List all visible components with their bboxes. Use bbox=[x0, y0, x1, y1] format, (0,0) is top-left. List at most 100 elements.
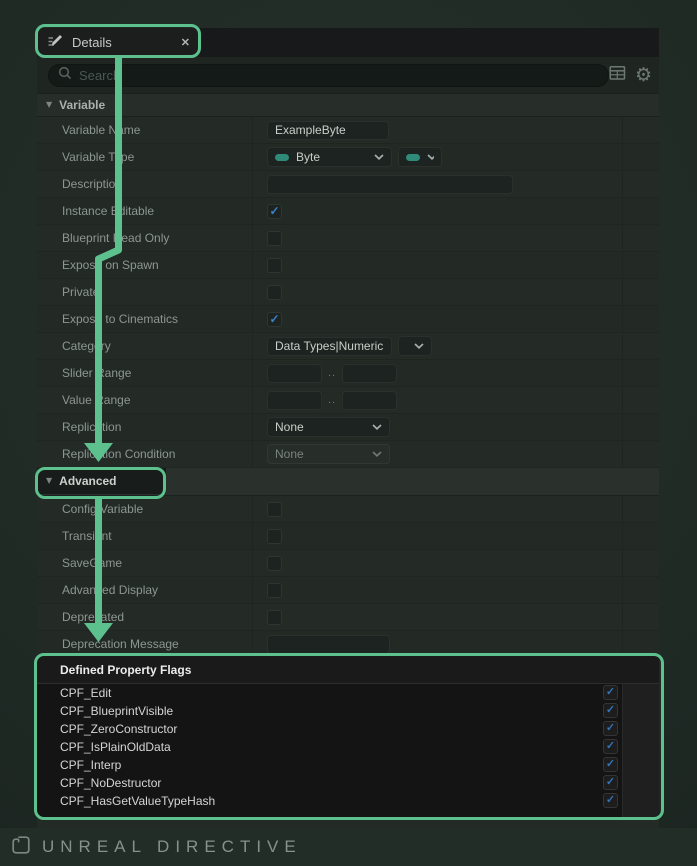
row-variable-type: Variable Type Byte bbox=[37, 144, 659, 171]
row-deprecation-message: Deprecation Message bbox=[37, 631, 659, 658]
flag-checkbox[interactable] bbox=[603, 685, 618, 700]
row-label: Expose to Cinematics bbox=[37, 306, 253, 332]
row-label: Deprecation Message bbox=[37, 631, 253, 657]
chevron-down-icon bbox=[374, 154, 384, 160]
category-dropdown-button[interactable] bbox=[398, 336, 432, 356]
search-input[interactable] bbox=[79, 68, 599, 83]
footer: UNREAL DIRECTIVE bbox=[0, 828, 697, 866]
row-label: Value Range bbox=[37, 387, 253, 413]
brand-name: UNREAL DIRECTIVE bbox=[42, 837, 302, 857]
chevron-down-icon bbox=[372, 424, 382, 430]
flag-row: CPF_Interp bbox=[37, 756, 659, 774]
tab-details[interactable]: Details ✕ bbox=[37, 28, 200, 57]
replication-value: None bbox=[275, 420, 304, 434]
row-label: Slider Range bbox=[37, 360, 253, 386]
range-separator: .. bbox=[328, 367, 336, 379]
chevron-down-icon bbox=[427, 154, 434, 160]
flag-name: CPF_BlueprintVisible bbox=[60, 704, 173, 718]
category-input[interactable] bbox=[267, 337, 392, 356]
expose-to-cinematics-checkbox[interactable] bbox=[267, 312, 282, 327]
chevron-down-icon bbox=[372, 451, 382, 457]
value-range-min-input[interactable] bbox=[267, 391, 322, 410]
row-value-range: Value Range .. bbox=[37, 387, 659, 414]
section-header-variable[interactable]: ▼ Variable bbox=[37, 94, 659, 117]
settings-gear-icon[interactable]: ⚙ bbox=[635, 66, 652, 85]
flags-title: Defined Property Flags bbox=[60, 663, 191, 677]
value-range-max-input[interactable] bbox=[342, 391, 397, 410]
flags-header: Defined Property Flags bbox=[37, 656, 659, 684]
transient-checkbox[interactable] bbox=[267, 529, 282, 544]
savegame-checkbox[interactable] bbox=[267, 556, 282, 571]
flag-row: CPF_ZeroConstructor bbox=[37, 720, 659, 738]
row-label: Variable Type bbox=[37, 144, 253, 170]
row-label: Replication Condition bbox=[37, 441, 253, 467]
deprecated-checkbox[interactable] bbox=[267, 610, 282, 625]
row-label: Advanced Display bbox=[37, 577, 253, 603]
row-label: Variable Name bbox=[37, 117, 253, 143]
defined-property-flags-panel: Defined Property Flags CPF_Edit CPF_Blue… bbox=[37, 656, 659, 818]
row-label: Blueprint Read Only bbox=[37, 225, 253, 251]
panel-toolbar: ⚙ bbox=[609, 65, 655, 86]
variable-rows: Variable Name Variable Type Byte Descrip… bbox=[37, 117, 659, 468]
row-label: Category bbox=[37, 333, 253, 359]
row-replication-condition: Replication Condition None bbox=[37, 441, 659, 468]
close-icon[interactable]: ✕ bbox=[181, 36, 190, 49]
row-label: SaveGame bbox=[37, 550, 253, 576]
byte-type-pill-icon bbox=[406, 154, 420, 161]
flag-name: CPF_NoDestructor bbox=[60, 776, 161, 790]
display-options-icon[interactable] bbox=[609, 65, 626, 86]
section-title: Variable bbox=[59, 98, 105, 112]
byte-type-pill-icon bbox=[275, 154, 289, 161]
deprecation-message-input[interactable] bbox=[267, 635, 390, 654]
flag-checkbox[interactable] bbox=[603, 739, 618, 754]
flag-checkbox[interactable] bbox=[603, 721, 618, 736]
row-label: Replication bbox=[37, 414, 253, 440]
row-description: Description bbox=[37, 171, 659, 198]
row-label: Expose on Spawn bbox=[37, 252, 253, 278]
row-category: Category bbox=[37, 333, 659, 360]
config-variable-checkbox[interactable] bbox=[267, 502, 282, 517]
collapse-arrow-icon: ▼ bbox=[46, 101, 52, 109]
row-label: Description bbox=[37, 171, 253, 197]
search-box[interactable] bbox=[48, 64, 609, 87]
row-expose-to-cinematics: Expose to Cinematics bbox=[37, 306, 659, 333]
blueprint-read-only-checkbox[interactable] bbox=[267, 231, 282, 246]
section-header-advanced[interactable]: ▼ Advanced bbox=[37, 468, 659, 496]
row-variable-name: Variable Name bbox=[37, 117, 659, 144]
row-label: Instance Editable bbox=[37, 198, 253, 224]
expose-on-spawn-checkbox[interactable] bbox=[267, 258, 282, 273]
slider-range-min-input[interactable] bbox=[267, 364, 322, 383]
row-instance-editable: Instance Editable bbox=[37, 198, 659, 225]
slider-range-max-input[interactable] bbox=[342, 364, 397, 383]
row-label: Deprecated bbox=[37, 604, 253, 630]
container-type-dropdown[interactable] bbox=[398, 147, 442, 167]
advanced-display-checkbox[interactable] bbox=[267, 583, 282, 598]
search-row: ⚙ bbox=[37, 57, 659, 94]
flag-row: CPF_NoDestructor bbox=[37, 774, 659, 792]
row-advanced-display: Advanced Display bbox=[37, 577, 659, 604]
variable-type-dropdown[interactable]: Byte bbox=[267, 147, 392, 167]
search-icon bbox=[58, 66, 72, 85]
replication-condition-value: None bbox=[275, 447, 304, 461]
flag-name: CPF_Interp bbox=[60, 758, 121, 772]
description-input[interactable] bbox=[267, 175, 513, 194]
replication-dropdown[interactable]: None bbox=[267, 417, 390, 437]
flag-checkbox[interactable] bbox=[603, 775, 618, 790]
flag-checkbox[interactable] bbox=[603, 703, 618, 718]
range-separator: .. bbox=[328, 394, 336, 406]
private-checkbox[interactable] bbox=[267, 285, 282, 300]
flag-name: CPF_HasGetValueTypeHash bbox=[60, 794, 215, 808]
variable-name-input[interactable] bbox=[267, 121, 389, 140]
row-slider-range: Slider Range .. bbox=[37, 360, 659, 387]
chevron-down-icon bbox=[414, 343, 424, 349]
flag-checkbox[interactable] bbox=[603, 793, 618, 808]
row-blueprint-read-only: Blueprint Read Only bbox=[37, 225, 659, 252]
tab-bar: Details ✕ bbox=[37, 28, 659, 57]
flag-name: CPF_ZeroConstructor bbox=[60, 722, 177, 736]
flag-checkbox[interactable] bbox=[603, 757, 618, 772]
row-savegame: SaveGame bbox=[37, 550, 659, 577]
flag-row: CPF_BlueprintVisible bbox=[37, 702, 659, 720]
row-expose-on-spawn: Expose on Spawn bbox=[37, 252, 659, 279]
instance-editable-checkbox[interactable] bbox=[267, 204, 282, 219]
row-replication: Replication None bbox=[37, 414, 659, 441]
